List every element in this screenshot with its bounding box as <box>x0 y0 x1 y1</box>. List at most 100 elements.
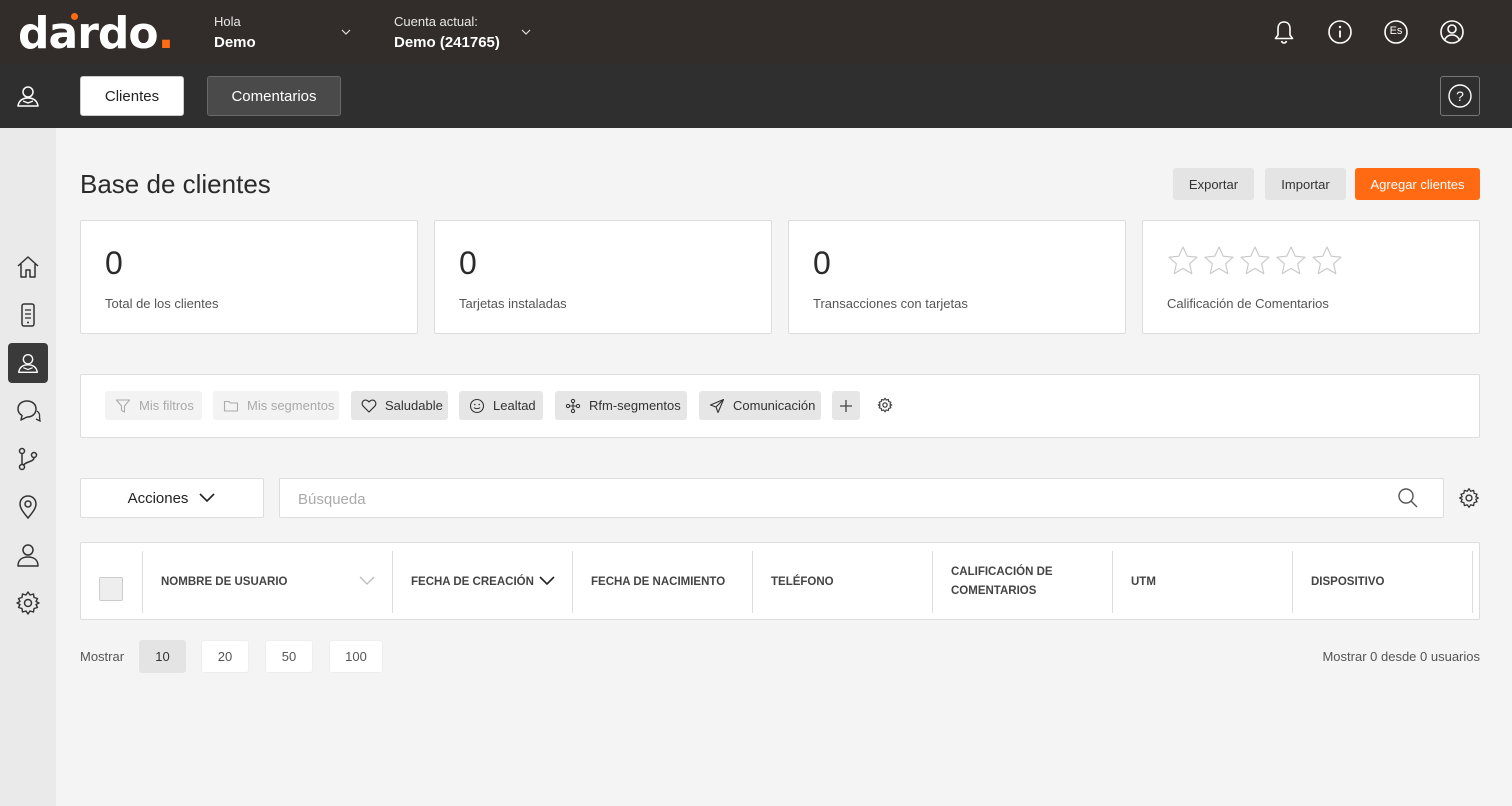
chevron-down-icon[interactable] <box>520 26 532 38</box>
column-label: FECHA DE NACIMIENTO <box>591 575 726 588</box>
table-header-created-date[interactable]: FECHA DE CREACIÓN <box>393 551 573 613</box>
user-greeting[interactable]: Hola Demo <box>214 14 256 54</box>
page-size-label: Mostrar <box>80 649 125 664</box>
stat-value: 0 <box>105 245 123 281</box>
sort-chevron-icon[interactable] <box>538 575 556 587</box>
heart-icon <box>361 398 377 413</box>
column-label: FECHA DE CREACIÓN <box>411 575 534 588</box>
sidebar-item-chat[interactable] <box>8 391 48 431</box>
account-selector[interactable]: Cuenta actual: Demo (241765) <box>394 14 500 54</box>
table-header-username[interactable]: NOMBRE DE USUARIO <box>143 551 393 613</box>
search-box <box>279 478 1444 518</box>
home-icon <box>17 256 39 278</box>
filter-icon <box>115 398 131 413</box>
stat-value: 0 <box>813 245 831 281</box>
sidebar <box>0 128 56 806</box>
star-icon <box>1168 246 1198 275</box>
user-icon[interactable] <box>1438 18 1466 46</box>
bell-icon[interactable] <box>1270 18 1298 46</box>
search-icon[interactable] <box>1397 487 1419 509</box>
stat-card-installed-cards: 0 Tarjetas instaladas <box>434 220 772 334</box>
chevron-down-icon <box>199 493 216 503</box>
sidebar-item-device[interactable] <box>8 295 48 335</box>
actions-dropdown[interactable]: Acciones <box>80 478 264 518</box>
column-label: CALIFICACIÓN DE COMENTARIOS <box>951 566 1053 597</box>
chip-label: Saludable <box>385 398 443 413</box>
user-name: Demo <box>214 34 256 51</box>
table-header-feedback-rating[interactable]: CALIFICACIÓN DE COMENTARIOS <box>933 551 1113 613</box>
account-value: Demo (241765) <box>394 34 500 51</box>
dardo-logo[interactable]: dardo. <box>18 12 174 56</box>
table-settings-icon[interactable] <box>1458 487 1480 509</box>
sort-chevron-icon[interactable] <box>358 575 376 587</box>
star-icon <box>1276 246 1306 275</box>
table-header-birth-date[interactable]: FECHA DE NACIMIENTO <box>573 551 753 613</box>
segments-icon <box>565 398 581 413</box>
page-size-100[interactable]: 100 <box>329 640 383 673</box>
star-icon <box>1240 246 1270 275</box>
help-icon: ? <box>1448 84 1472 108</box>
stat-label: Tarjetas instaladas <box>459 296 567 311</box>
stat-card-total-clients: 0 Total de los clientes <box>80 220 418 334</box>
search-input[interactable] <box>298 488 1378 510</box>
chevron-down-icon[interactable] <box>340 26 352 38</box>
stat-value: 0 <box>459 245 477 281</box>
stat-label: Transacciones con tarjetas <box>813 296 968 311</box>
table-header-device[interactable]: DISPOSITIVO <box>1293 551 1473 613</box>
location-icon <box>19 495 37 520</box>
page-title: Base de clientes <box>80 169 271 199</box>
stat-card-card-transactions: 0 Transacciones con tarjetas <box>788 220 1126 334</box>
sidebar-item-flow[interactable] <box>8 439 48 479</box>
sub-navigation-bar: Clientes Comentarios ? <box>0 64 1512 128</box>
chip-label: Mis filtros <box>139 398 194 413</box>
column-label: UTM <box>1131 575 1156 588</box>
language-badge: Es <box>1389 25 1403 37</box>
stat-label: Total de los clientes <box>105 296 219 311</box>
import-button[interactable]: Importar <box>1265 168 1346 200</box>
export-button[interactable]: Exportar <box>1173 168 1254 200</box>
help-button[interactable]: ? <box>1440 76 1480 116</box>
page-size-20[interactable]: 20 <box>201 640 249 673</box>
plus-icon <box>840 399 852 412</box>
page-size-10[interactable]: 10 <box>139 640 186 673</box>
sidebar-item-user[interactable] <box>8 535 48 575</box>
sidebar-item-location[interactable] <box>8 487 48 527</box>
filter-settings-icon[interactable] <box>877 397 893 413</box>
chip-saludable[interactable]: Saludable <box>351 391 448 420</box>
select-all-checkbox[interactable] <box>99 577 123 601</box>
segment-filters-bar: Mis filtros Mis segmentos Saludable Leal… <box>80 374 1480 438</box>
sidebar-item-customers[interactable] <box>8 343 48 383</box>
language-icon[interactable]: Es <box>1382 18 1410 46</box>
stat-card-feedback-rating: Calificación de Comentarios <box>1142 220 1480 334</box>
logo-accent-dot <box>71 13 78 20</box>
customers-icon <box>18 353 38 373</box>
table-header-utm[interactable]: UTM <box>1113 551 1293 613</box>
chat-icon <box>17 400 41 423</box>
add-clients-button[interactable]: Agregar clientes <box>1355 168 1480 200</box>
settings-icon <box>16 591 40 615</box>
info-icon[interactable] <box>1326 18 1354 46</box>
actions-label: Acciones <box>127 489 189 507</box>
chip-my-filters[interactable]: Mis filtros <box>105 391 202 420</box>
sidebar-item-settings[interactable] <box>8 583 48 623</box>
add-filter-button[interactable] <box>832 391 860 420</box>
greeting-label: Hola <box>214 14 241 29</box>
table-header-phone[interactable]: TELÉFONO <box>753 551 933 613</box>
table-header-select <box>81 551 143 613</box>
chip-rfm-segmentos[interactable]: Rfm-segmentos <box>555 391 687 420</box>
svg-text:?: ? <box>1456 88 1464 104</box>
chip-my-segments[interactable]: Mis segmentos <box>213 391 339 420</box>
folder-icon <box>223 400 239 412</box>
tab-clientes[interactable]: Clientes <box>80 76 184 116</box>
chip-lealtad[interactable]: Lealtad <box>459 391 543 420</box>
tab-comentarios[interactable]: Comentarios <box>207 76 341 116</box>
user-icon <box>17 544 39 567</box>
column-label: DISPOSITIVO <box>1311 575 1385 588</box>
flow-icon <box>18 447 38 471</box>
page-size-50[interactable]: 50 <box>265 640 313 673</box>
chip-comunicacion[interactable]: Comunicación <box>699 391 821 420</box>
customers-icon <box>17 86 39 107</box>
device-icon <box>21 303 35 327</box>
clients-table: NOMBRE DE USUARIO FECHA DE CREACIÓN FECH… <box>80 542 1480 620</box>
sidebar-item-home[interactable] <box>8 247 48 287</box>
